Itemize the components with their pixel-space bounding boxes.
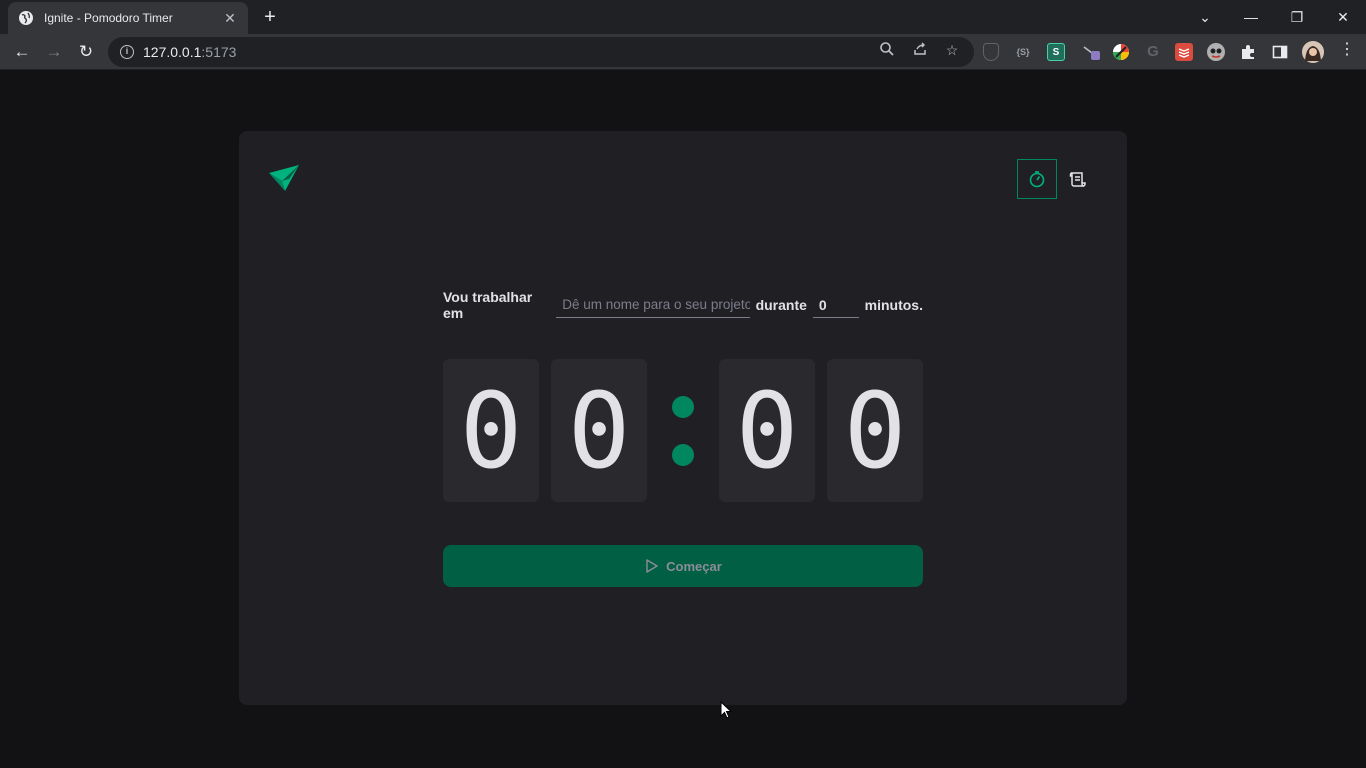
side-panel-icon[interactable] [1271,43,1289,61]
chrome-menu-icon[interactable]: ⋮ [1338,41,1356,59]
arrow-extension-icon[interactable] [1082,43,1100,61]
minutes-ones-digit: 0 [551,359,647,502]
separator-dot [672,443,694,466]
color-wheel-extension-icon[interactable] [1112,43,1130,61]
minutes-tens-digit: 0 [443,359,539,502]
timer-icon [1029,171,1045,188]
start-button-label: Começar [666,558,722,574]
seconds-ones-digit: 0 [827,359,923,502]
countdown: 0 0 0 0 [443,359,923,502]
minutes-input[interactable]: 0 [812,292,859,318]
task-input[interactable]: Dê um nome para o seu projeto [556,292,750,318]
reload-button[interactable]: ↻ [72,38,100,66]
browser-toolbar: ← → ↻ i 127.0.0.1:5173 ☆ {S} S G ⋮ [0,34,1366,70]
start-button[interactable]: Começar [443,545,923,587]
share-icon[interactable] [911,41,929,59]
puzzle-extensions-icon[interactable] [1239,43,1257,61]
close-tab-icon[interactable]: ✕ [222,10,238,26]
bookmark-star-icon[interactable]: ☆ [943,41,961,59]
browser-tab[interactable]: Ignite - Pomodoro Timer ✕ [8,2,248,34]
task-label: Vou trabalhar em [443,289,533,321]
history-nav-button[interactable] [1058,159,1098,199]
restore-button[interactable]: ❐ [1274,0,1320,34]
site-info-icon[interactable]: i [120,45,134,59]
url-text: 127.0.0.1:5173 [143,44,236,60]
tab-search-icon[interactable]: ⌄ [1182,0,1228,34]
browser-tab-bar: Ignite - Pomodoro Timer ✕ + ⌄ — ❐ ✕ [0,0,1366,34]
shield-extension-icon[interactable] [983,43,999,61]
forward-button[interactable]: → [40,38,68,66]
seconds-tens-digit: 0 [719,359,815,502]
ignite-logo-icon [269,165,299,191]
zoom-icon[interactable] [878,41,896,59]
close-window-button[interactable]: ✕ [1320,0,1366,34]
minimize-button[interactable]: — [1228,0,1274,34]
minutes-label: minutos. [864,297,923,313]
url-host: 127.0.0.1 [143,44,202,60]
g-extension-icon[interactable]: G [1144,43,1162,61]
s-extension-icon[interactable]: S [1047,43,1065,61]
new-tab-button[interactable]: + [258,6,282,30]
scroll-icon [1069,172,1086,187]
mouse-cursor-icon [720,701,733,719]
todoist-extension-icon[interactable] [1175,43,1193,61]
task-form: Vou trabalhar em Dê um nome para o seu p… [443,289,923,321]
profile-avatar[interactable] [1302,41,1324,63]
mask-extension-icon[interactable] [1207,43,1225,61]
page: Vou trabalhar em Dê um nome para o seu p… [0,71,1366,768]
duration-label: durante [755,297,807,313]
address-bar[interactable]: i 127.0.0.1:5173 [108,37,974,67]
timer-nav-button[interactable] [1017,159,1057,199]
url-port: :5173 [201,44,237,60]
countdown-separator [647,359,719,502]
play-icon [646,559,658,573]
app-container: Vou trabalhar em Dê um nome para o seu p… [239,131,1127,705]
tab-title: Ignite - Pomodoro Timer [44,11,173,25]
back-button[interactable]: ← [8,38,36,66]
separator-dot [672,395,694,418]
s-bracket-extension-icon[interactable]: {S} [1014,43,1032,61]
globe-icon [19,11,33,25]
